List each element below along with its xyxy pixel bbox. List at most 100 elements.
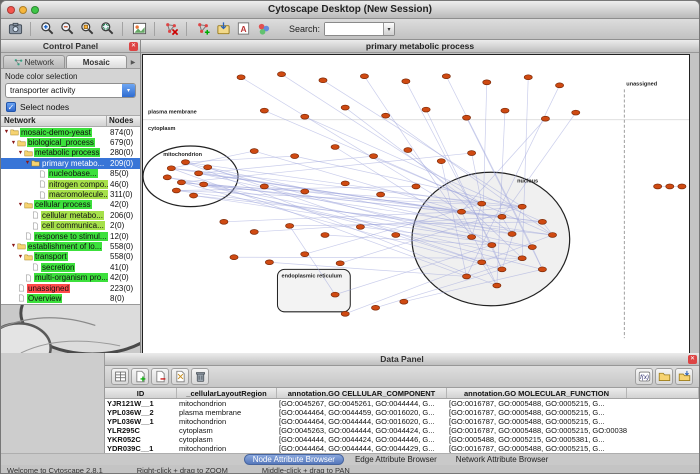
import-attributes-icon[interactable] — [675, 368, 693, 385]
table-row[interactable]: YKR052Ccytoplasm[GO:0044444, GO:0044424,… — [105, 435, 699, 444]
main-toolbar-icons: A — [5, 20, 273, 38]
tree-row-metabolic-process[interactable]: ▼metabolic process280(0) — [1, 148, 140, 158]
tree-row-unassigned[interactable]: unassigned223(0) — [1, 283, 140, 293]
svg-text:nucleus: nucleus — [517, 178, 538, 184]
annotation-icon[interactable]: A — [233, 20, 253, 38]
table-cell: [GO:0044464, GO:0044444, GO:0044429, G..… — [277, 444, 447, 453]
column-header[interactable]: annotation.GO MOLECULAR_FUNCTION — [447, 388, 627, 398]
delete-attribute-icon[interactable] — [151, 368, 169, 385]
search-input[interactable] — [325, 23, 383, 35]
table-cell: YLR295C — [105, 426, 177, 435]
tab-scroll-arrow-icon[interactable]: ▶ — [128, 59, 138, 68]
tree-row-multi-organism-pro[interactable]: multi-organism pro...42(0) — [1, 272, 140, 282]
tree-row-label: multi-organism pro... — [34, 273, 108, 282]
search-dropdown-button[interactable]: ▾ — [383, 23, 394, 35]
tab-node-attribute-browser[interactable]: Node Attribute Browser — [244, 454, 344, 465]
clear-attribute-icon[interactable] — [171, 368, 189, 385]
tree-row-biological-process[interactable]: ▼biological_process679(0) — [1, 137, 140, 147]
network-column-header[interactable]: Network — [1, 116, 107, 126]
vizmapper-icon[interactable] — [253, 20, 273, 38]
tree-row-cellular-metabo[interactable]: cellular metabo...206(0) — [1, 210, 140, 220]
table-cell: YDR039C__1 — [105, 444, 177, 453]
tree-expander-icon[interactable]: ▼ — [24, 158, 31, 168]
table-row[interactable]: YDR039C__1mitochondrion[GO:0044464, GO:0… — [105, 444, 699, 453]
tree-expander-icon[interactable]: ▼ — [3, 127, 10, 137]
toolbar-separator — [149, 22, 155, 36]
data-panel-title: Data Panel — [380, 354, 423, 364]
tree-row-overview[interactable]: Overview8(0) — [1, 293, 140, 303]
tab-network-attribute-browser[interactable]: Network Attribute Browser — [448, 454, 556, 465]
tree-row-label: nucleobase... — [48, 169, 108, 178]
column-header[interactable]: ID — [105, 388, 177, 398]
data-panel-close-icon[interactable]: ✕ — [688, 355, 697, 364]
table-row[interactable]: YPL036W__1mitochondrion[GO:0044464, GO:0… — [105, 417, 699, 426]
network-tab-icon — [14, 58, 23, 66]
network-canvas[interactable]: mitochondrionnucleusendoplasmic reticulu… — [142, 54, 690, 353]
tab-edge-attribute-browser[interactable]: Edge Attribute Browser — [347, 454, 445, 465]
nodes-column-header[interactable]: Nodes — [107, 116, 140, 126]
select-nodes-label: Select nodes — [20, 102, 69, 112]
zoom-in-icon[interactable] — [37, 20, 57, 38]
tree-row-node-count: 558(0) — [108, 242, 140, 251]
create-network-icon[interactable] — [193, 20, 213, 38]
create-attribute-icon[interactable] — [131, 368, 149, 385]
zoom-window-button[interactable] — [31, 6, 39, 14]
tree-row-node-count: 874(0) — [108, 128, 140, 137]
table-row[interactable]: YPL036W__2plasma membrane[GO:0044464, GO… — [105, 408, 699, 417]
network-tree-header: Network Nodes — [1, 115, 140, 127]
folder-icon — [10, 128, 19, 136]
main-toolbar: A Search: ▾ — [1, 19, 699, 40]
close-window-button[interactable] — [7, 6, 15, 14]
function-builder-icon[interactable]: f(x) — [635, 368, 653, 385]
network-canvas-svg[interactable]: mitochondrionnucleusendoplasmic reticulu… — [143, 55, 689, 353]
tree-row-primary-metabo[interactable]: ▼primary metabo...209(0) — [1, 158, 140, 168]
tree-row-cell-communica[interactable]: cell communica...2(0) — [1, 221, 140, 231]
minimize-window-button[interactable] — [19, 6, 27, 14]
zoom-selected-icon[interactable] — [77, 20, 97, 38]
node-color-dropdown[interactable]: transporter activity ▾ — [5, 83, 136, 98]
tree-expander-icon[interactable]: ▼ — [10, 241, 17, 251]
zoom-out-icon[interactable] — [57, 20, 77, 38]
tree-row-establishment-of-lo[interactable]: ▼establishment of lo...558(0) — [1, 241, 140, 251]
tree-row-nitrogen-compo[interactable]: nitrogen compo...46(0) — [1, 179, 140, 189]
column-header[interactable]: _cellularLayoutRegion — [177, 388, 277, 398]
table-cell: [GO:0016787, GO:0005488, GO:0005215, G..… — [447, 399, 627, 408]
open-folder-icon[interactable] — [655, 368, 673, 385]
tab-mosaic[interactable]: Mosaic — [66, 55, 128, 68]
zoom-fit-icon[interactable] — [97, 20, 117, 38]
tree-row-nucleobase[interactable]: nucleobase...85(0) — [1, 169, 140, 179]
tree-expander-icon[interactable]: ▼ — [10, 138, 17, 148]
table-row[interactable]: YLR295Ccytoplasm[GO:0045263, GO:0044444,… — [105, 426, 699, 435]
tree-row-response-to-stimul[interactable]: response to stimul...12(0) — [1, 231, 140, 241]
tree-row-transport[interactable]: ▼transport558(0) — [1, 252, 140, 262]
tree-row-secretion[interactable]: secretion41(0) — [1, 262, 140, 272]
import-network-icon[interactable] — [213, 20, 233, 38]
folder-icon — [31, 159, 40, 167]
table-cell: mitochondrion — [177, 417, 277, 426]
network-leaf-icon — [38, 180, 47, 188]
table-row[interactable]: YJR121W__1mitochondrion[GO:0045267, GO:0… — [105, 399, 699, 408]
tree-row-mosaic-demo-yeast[interactable]: ▼mosaic-demo-yeast874(0) — [1, 127, 140, 137]
tree-row-label: cellular process — [34, 200, 108, 209]
table-cell: [GO:0044444, GO:0044424, GO:0044446, G..… — [277, 435, 447, 444]
tree-row-node-count: 42(0) — [108, 200, 140, 209]
network-overview-thumbnail[interactable] — [1, 304, 140, 353]
tab-network[interactable]: Network — [3, 55, 65, 68]
tree-row-cellular-process[interactable]: ▼ cellular process42(0) — [1, 200, 140, 210]
trash-icon[interactable] — [191, 368, 209, 385]
snapshot-icon[interactable] — [5, 20, 25, 38]
control-panel-close-icon[interactable]: ✕ — [129, 42, 138, 51]
tree-expander-icon[interactable]: ▼ — [17, 200, 24, 210]
select-attributes-icon[interactable] — [111, 368, 129, 385]
tree-expander-icon[interactable]: ▼ — [17, 252, 24, 262]
show-graphics-details-icon[interactable] — [129, 20, 149, 38]
table-cell: [GO:0045263, GO:0044444, GO:0044424, G..… — [277, 426, 447, 435]
table-cell: cytoplasm — [177, 435, 277, 444]
folder-icon — [24, 149, 33, 157]
select-nodes-checkbox[interactable]: ✓ — [6, 102, 16, 112]
column-header[interactable]: annotation.GO CELLULAR_COMPONENT — [277, 388, 447, 398]
tree-row-node-count: 280(0) — [108, 148, 140, 157]
tree-row-macromolecule[interactable]: macromolecule...311(0) — [1, 189, 140, 199]
tree-expander-icon[interactable]: ▼ — [17, 148, 24, 158]
destroy-network-icon[interactable] — [161, 20, 181, 38]
